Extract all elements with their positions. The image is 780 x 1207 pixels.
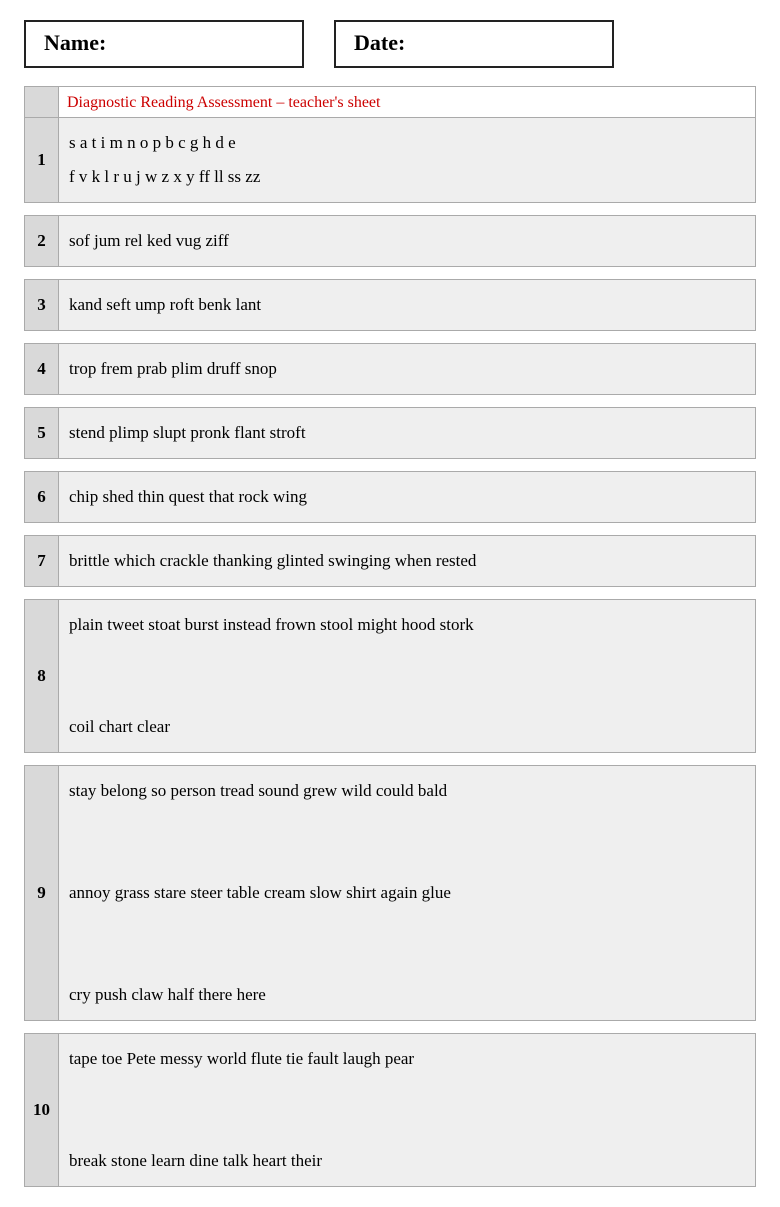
word-line: trop frem prab plim druff snop — [69, 359, 277, 378]
word-line: brittle which crackle thanking glinted s… — [69, 551, 476, 570]
word-line: plain tweet stoat burst instead frown st… — [69, 615, 474, 634]
table-row: 1 s a t i m n o p b c g h d e f v k l r u … — [25, 118, 756, 203]
word-line: stay belong so person tread sound grew w… — [69, 781, 447, 800]
table-row: 8 plain tweet stoat burst instead frown s… — [25, 600, 756, 753]
row-number: 4 — [25, 344, 59, 395]
words-cell: tape toe Pete messy world flute tie faul… — [59, 1034, 756, 1187]
table-row: 10 tape toe Pete messy world flute tie fa… — [25, 1034, 756, 1187]
table-row: 5 stend plimp slupt pronk flant stroft — [25, 408, 756, 459]
words-cell: chip shed thin quest that rock wing — [59, 472, 756, 523]
word-line: stend plimp slupt pronk flant stroft — [69, 423, 306, 442]
table-row: 4 trop frem prab plim druff snop — [25, 344, 756, 395]
table-row: 2 sof jum rel ked vug ziff — [25, 216, 756, 267]
row-number: 8 — [25, 600, 59, 753]
row-number: 5 — [25, 408, 59, 459]
words-cell: stend plimp slupt pronk flant stroft — [59, 408, 756, 459]
word-line: f v k l r u j w z x y ff ll ss zz — [69, 167, 260, 186]
row-number: 3 — [25, 280, 59, 331]
name-box[interactable]: Name: — [24, 20, 304, 68]
words-cell: brittle which crackle thanking glinted s… — [59, 536, 756, 587]
spacer-row — [25, 395, 756, 408]
spacer-row — [25, 203, 756, 216]
assessment-table: Diagnostic Reading Assessment – teacher'… — [24, 86, 756, 1187]
table-row: 6 chip shed thin quest that rock wing — [25, 472, 756, 523]
table-row: 7 brittle which crackle thanking glinted … — [25, 536, 756, 587]
words-cell: stay belong so person tread sound grew w… — [59, 766, 756, 1021]
spacer-row — [25, 331, 756, 344]
word-line: chip shed thin quest that rock wing — [69, 487, 307, 506]
word-line: tape toe Pete messy world flute tie faul… — [69, 1049, 414, 1068]
words-cell: s a t i m n o p b c g h d e f v k l r u j… — [59, 118, 756, 203]
word-line: coil chart clear — [69, 717, 170, 736]
word-line: kand seft ump roft benk lant — [69, 295, 261, 314]
row-number: 7 — [25, 536, 59, 587]
table-row: 9 stay belong so person tread sound grew … — [25, 766, 756, 1021]
row-number: 10 — [25, 1034, 59, 1187]
word-line: break stone learn dine talk heart their — [69, 1151, 322, 1170]
word-line: s a t i m n o p b c g h d e — [69, 133, 236, 152]
spacer-row — [25, 267, 756, 280]
name-label: Name: — [44, 30, 106, 55]
title-row: Diagnostic Reading Assessment – teacher'… — [25, 87, 756, 118]
header: Name: Date: — [24, 20, 756, 68]
spacer-row — [25, 1021, 756, 1034]
words-cell: sof jum rel ked vug ziff — [59, 216, 756, 267]
spacer-row — [25, 587, 756, 600]
words-cell: plain tweet stoat burst instead frown st… — [59, 600, 756, 753]
spacer-row — [25, 459, 756, 472]
word-line: cry push claw half there here — [69, 985, 266, 1004]
row-number: 6 — [25, 472, 59, 523]
date-box[interactable]: Date: — [334, 20, 614, 68]
table-row: 3 kand seft ump roft benk lant — [25, 280, 756, 331]
date-label: Date: — [354, 30, 405, 55]
word-line: annoy grass stare steer table cream slow… — [69, 883, 451, 902]
words-cell: trop frem prab plim druff snop — [59, 344, 756, 395]
assessment-title: Diagnostic Reading Assessment – teacher'… — [67, 94, 380, 111]
row-number: 2 — [25, 216, 59, 267]
word-line: sof jum rel ked vug ziff — [69, 231, 229, 250]
spacer-row — [25, 523, 756, 536]
spacer-row — [25, 753, 756, 766]
row-number: 1 — [25, 118, 59, 203]
words-cell: kand seft ump roft benk lant — [59, 280, 756, 331]
row-number: 9 — [25, 766, 59, 1021]
